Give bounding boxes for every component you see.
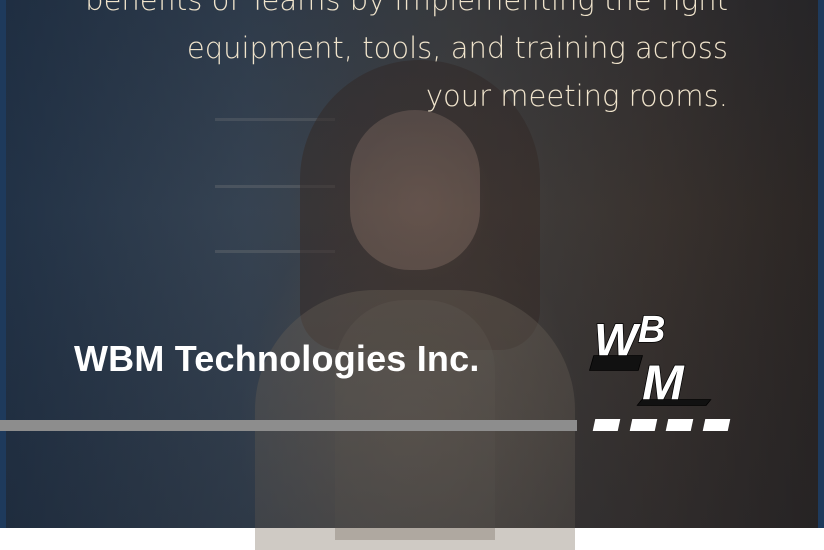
message-line: equipment, tools, and training across [186,31,728,65]
left-edge-bar [0,0,6,528]
logo-shadow [636,399,712,406]
logo-letter-b: B [638,312,665,351]
accent-dash [592,419,621,431]
message-line: benefits of Teams by implementing the ri… [85,0,728,17]
logo-letter-m: M [642,355,685,407]
right-edge-bar [818,0,824,528]
company-name: WBM Technologies Inc. [74,338,480,379]
wbm-logo-icon: W B M [589,312,712,407]
accent-dash [665,419,694,431]
accent-dash [629,419,658,431]
message-line: your meeting rooms. [425,79,728,113]
logo-shadow [589,355,643,371]
accent-stripe [0,420,577,431]
marketing-message: benefits of Teams by implementing the ri… [68,0,728,120]
accent-dash [702,419,731,431]
